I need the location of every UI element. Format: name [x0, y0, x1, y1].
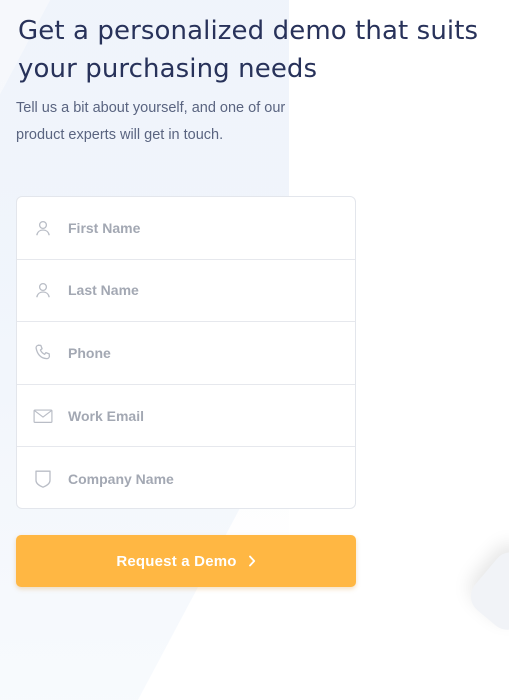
- chevron-right-icon: [248, 555, 256, 567]
- company-name-field[interactable]: [17, 447, 355, 510]
- user-icon: [33, 218, 53, 238]
- mail-icon: [33, 406, 53, 426]
- work-email-input[interactable]: [68, 407, 318, 424]
- request-demo-button[interactable]: Request a Demo: [16, 535, 356, 587]
- phone-icon: [33, 343, 53, 363]
- user-icon: [33, 280, 53, 300]
- page-subtitle: Tell us a bit about yourself, and one of…: [16, 100, 286, 143]
- demo-request-form: [16, 196, 356, 509]
- company-name-input[interactable]: [68, 470, 318, 487]
- request-demo-label: Request a Demo: [116, 552, 237, 570]
- shield-icon: [33, 469, 53, 489]
- first-name-input[interactable]: [68, 219, 318, 236]
- page-title: Get a personalized demo that suits your …: [18, 16, 479, 84]
- first-name-field[interactable]: [17, 197, 355, 260]
- phone-field[interactable]: [17, 322, 355, 385]
- last-name-field[interactable]: [17, 260, 355, 323]
- phone-input[interactable]: [68, 344, 318, 361]
- last-name-input[interactable]: [68, 282, 318, 299]
- work-email-field[interactable]: [17, 385, 355, 448]
